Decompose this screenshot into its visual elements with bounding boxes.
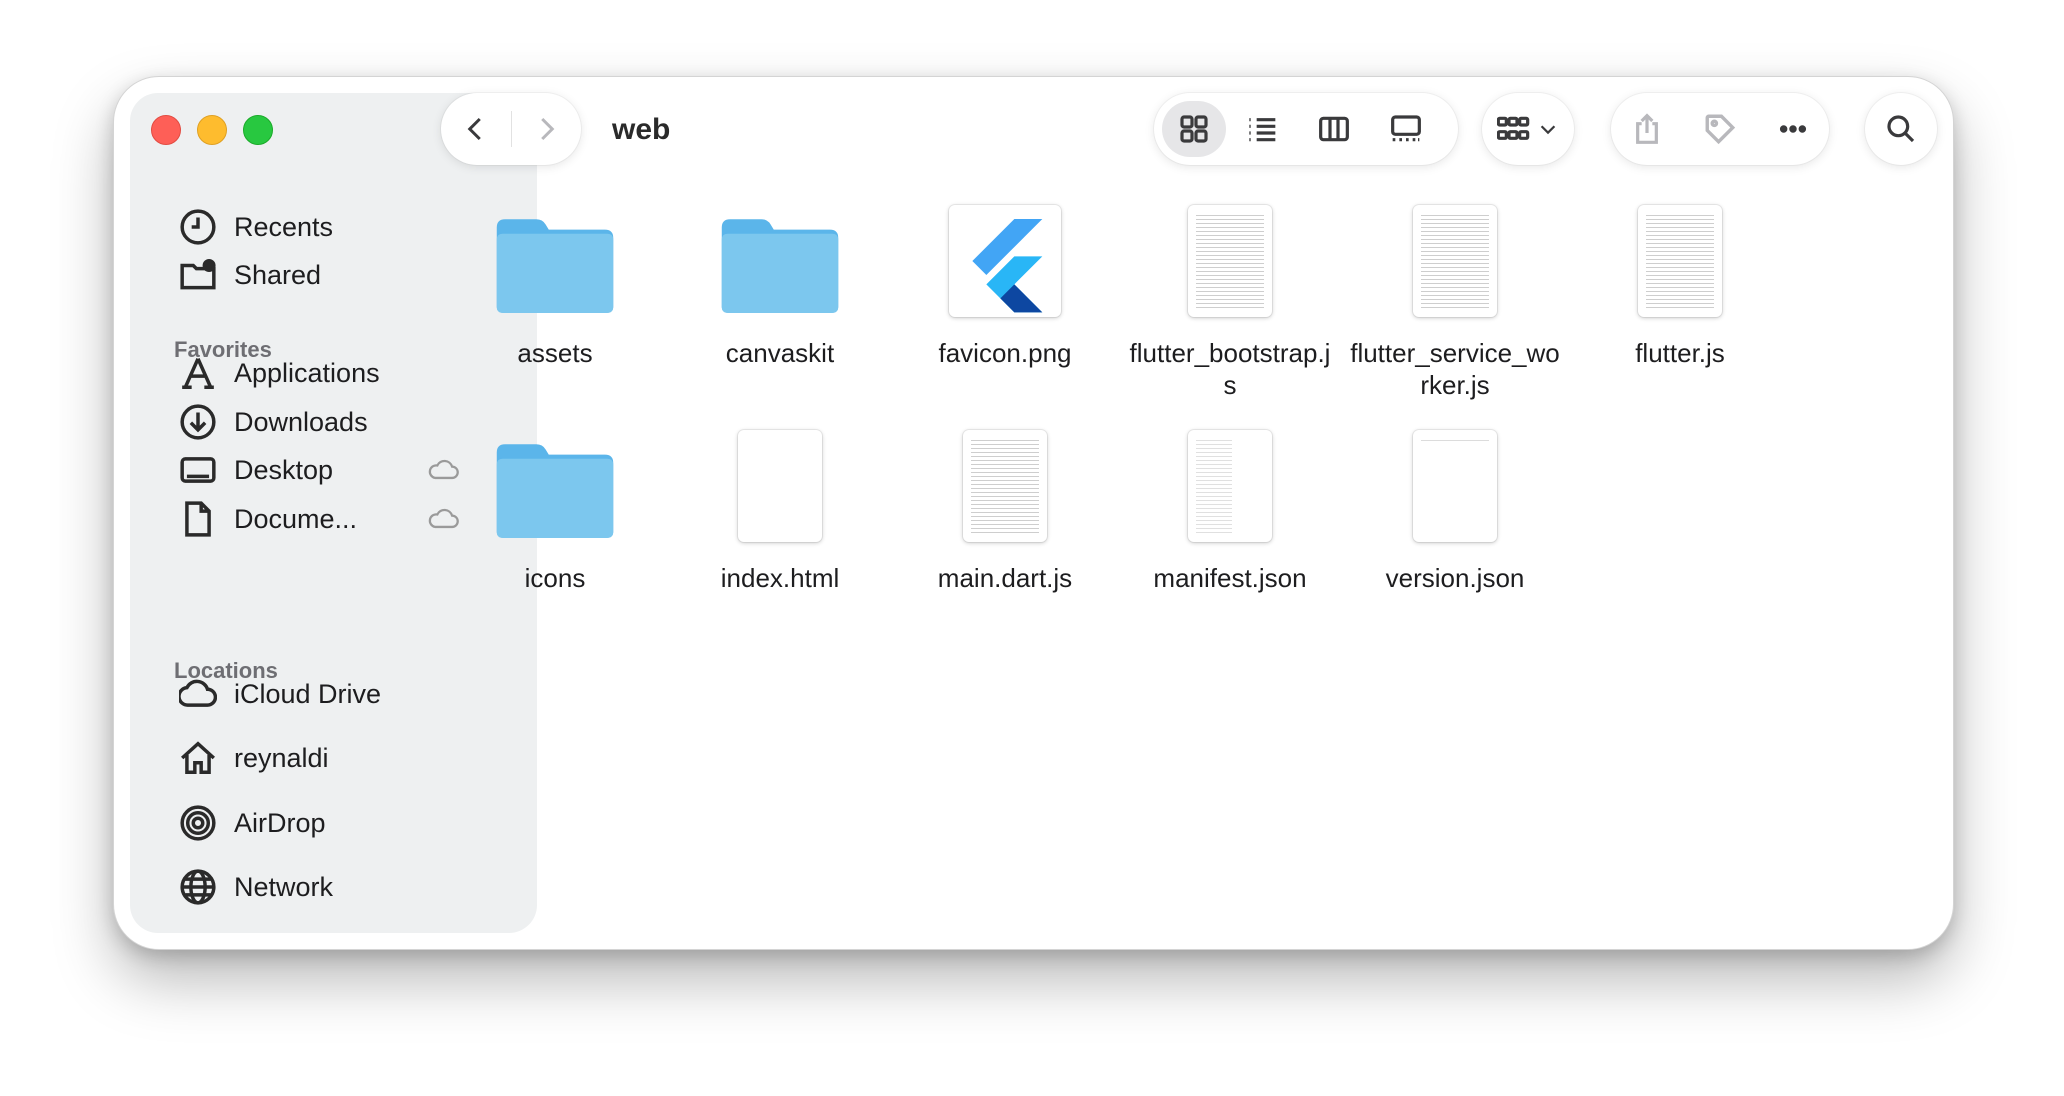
list-view-button[interactable] bbox=[1226, 101, 1298, 157]
sidebar-item-label: Desktop bbox=[234, 454, 334, 485]
column-view-button[interactable] bbox=[1298, 101, 1370, 157]
tag-icon bbox=[1705, 114, 1736, 145]
document-thumbnail bbox=[738, 430, 822, 542]
folder-icon bbox=[496, 219, 614, 313]
chevron-left-icon bbox=[467, 117, 481, 141]
file-name: icons bbox=[524, 563, 586, 593]
file-item[interactable]: canvaskit bbox=[667, 197, 893, 369]
file-name: version.json bbox=[1385, 563, 1525, 593]
folder-icon bbox=[721, 219, 839, 313]
file-item[interactable]: flutter_bootstrap.js bbox=[1117, 197, 1343, 401]
sidebar-item-label: AirDrop bbox=[234, 807, 326, 838]
sidebar-item-label: Applications bbox=[234, 357, 380, 388]
sidebar-item-icloud-drive[interactable]: iCloud Drive bbox=[176, 670, 381, 718]
home-icon bbox=[176, 736, 220, 780]
sidebar-item-documents[interactable]: Docume... bbox=[176, 495, 459, 543]
document-thumbnail bbox=[1188, 430, 1272, 542]
file-item[interactable]: favicon.png bbox=[892, 197, 1118, 369]
document-thumbnail bbox=[1188, 205, 1272, 317]
sidebar-item-applications[interactable]: Applications bbox=[176, 349, 380, 397]
file-item[interactable]: manifest.json bbox=[1117, 422, 1343, 594]
file-item[interactable]: main.dart.js bbox=[892, 422, 1118, 594]
file-name: manifest.json bbox=[1153, 563, 1307, 593]
ellipsis-icon bbox=[1779, 125, 1806, 133]
zoom-button[interactable] bbox=[243, 115, 273, 145]
document-thumbnail bbox=[1413, 205, 1497, 317]
sidebar-item-label: reynaldi bbox=[234, 742, 329, 773]
more-button[interactable] bbox=[1763, 101, 1823, 157]
sidebar-item-home[interactable]: reynaldi bbox=[176, 734, 329, 782]
sidebar-item-label: Recents bbox=[234, 211, 334, 242]
document-thumbnail bbox=[1413, 430, 1497, 542]
airdrop-icon bbox=[176, 801, 220, 845]
shared-folder-icon bbox=[176, 253, 220, 297]
share-button[interactable] bbox=[1617, 101, 1677, 157]
grid-icon bbox=[1180, 115, 1208, 143]
sidebar-item-label: Downloads bbox=[234, 406, 368, 437]
group-grid-icon bbox=[1497, 116, 1530, 140]
file-item[interactable]: version.json bbox=[1342, 422, 1568, 594]
finder-window: Recents Shared Favorites Applications Do… bbox=[113, 76, 1954, 950]
actions-group bbox=[1611, 93, 1829, 165]
minimize-button[interactable] bbox=[197, 115, 227, 145]
file-name: flutter.js bbox=[1635, 338, 1725, 368]
sidebar-item-recents[interactable]: Recents bbox=[176, 203, 333, 251]
download-icon bbox=[176, 400, 220, 444]
sidebar-item-desktop[interactable]: Desktop bbox=[176, 446, 459, 494]
window-title: web bbox=[612, 113, 671, 146]
cloud-icon bbox=[176, 672, 220, 716]
share-icon bbox=[1636, 113, 1659, 144]
gallery-icon bbox=[1391, 115, 1421, 142]
columns-icon bbox=[1319, 116, 1349, 142]
file-name: main.dart.js bbox=[937, 563, 1073, 593]
applications-icon bbox=[176, 351, 220, 395]
globe-icon bbox=[176, 865, 220, 909]
gallery-view-button[interactable] bbox=[1370, 101, 1442, 157]
file-item[interactable]: assets bbox=[442, 197, 668, 369]
file-name: assets bbox=[517, 338, 593, 368]
chevron-down-icon bbox=[1540, 125, 1556, 135]
chevron-right-icon bbox=[541, 117, 555, 141]
navigation-group bbox=[441, 93, 581, 165]
back-button[interactable] bbox=[441, 101, 511, 157]
document-thumbnail bbox=[1638, 205, 1722, 317]
flutter-logo-icon bbox=[972, 219, 1043, 313]
sidebar-item-airdrop[interactable]: AirDrop bbox=[176, 799, 326, 847]
file-name: favicon.png bbox=[938, 338, 1072, 368]
forward-button[interactable] bbox=[512, 101, 582, 157]
close-button[interactable] bbox=[151, 115, 181, 145]
document-thumbnail bbox=[963, 430, 1047, 542]
tag-button[interactable] bbox=[1690, 101, 1750, 157]
file-name: flutter_bootstrap.js bbox=[1129, 338, 1331, 400]
sidebar-item-shared[interactable]: Shared bbox=[176, 251, 321, 299]
desktop-icon bbox=[176, 448, 220, 492]
sidebar-item-label: Docume... bbox=[234, 503, 358, 534]
file-name: index.html bbox=[720, 563, 840, 593]
document-icon bbox=[176, 497, 220, 541]
sidebar-item-downloads[interactable]: Downloads bbox=[176, 398, 368, 446]
sidebar-item-label: iCloud Drive bbox=[234, 678, 382, 709]
file-name: flutter_service_worker.js bbox=[1350, 338, 1560, 400]
file-name: canvaskit bbox=[725, 338, 835, 368]
view-mode-group bbox=[1154, 93, 1458, 165]
list-icon bbox=[1249, 118, 1276, 142]
clock-icon bbox=[176, 205, 220, 249]
folder-icon bbox=[496, 444, 614, 538]
file-item[interactable]: flutter.js bbox=[1567, 197, 1793, 369]
file-item[interactable]: index.html bbox=[667, 422, 893, 594]
file-item[interactable]: flutter_service_worker.js bbox=[1342, 197, 1568, 401]
search-button[interactable] bbox=[1865, 93, 1937, 165]
group-by-button[interactable] bbox=[1482, 93, 1574, 165]
sidebar-item-label: Network bbox=[234, 871, 334, 902]
file-item[interactable]: icons bbox=[442, 422, 668, 594]
sidebar-item-label: Shared bbox=[234, 259, 322, 290]
icon-view-button[interactable] bbox=[1162, 101, 1226, 157]
search-icon bbox=[1887, 115, 1915, 143]
sidebar-item-network[interactable]: Network bbox=[176, 863, 333, 911]
image-thumbnail bbox=[949, 205, 1061, 317]
